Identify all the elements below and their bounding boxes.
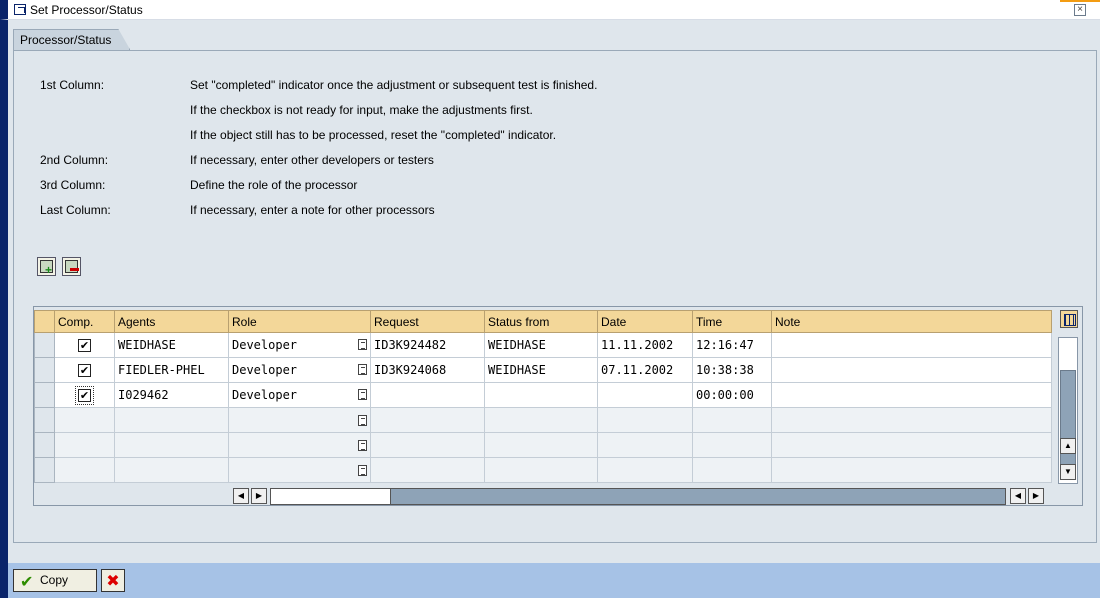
copy-button[interactable]: ✔ Copy: [13, 569, 97, 592]
cancel-button[interactable]: ✖: [101, 569, 125, 592]
column-header[interactable]: Time: [692, 310, 772, 333]
time-cell: 10:38:38: [692, 357, 772, 383]
request-cell: ID3K924068: [370, 357, 485, 383]
row-selector[interactable]: [34, 382, 55, 408]
column-header[interactable]: Note: [771, 310, 1052, 333]
delete-row-icon[interactable]: [62, 257, 81, 276]
checkmark-icon: ✔: [20, 572, 34, 591]
agent-cell[interactable]: FIEDLER-PHEL: [114, 357, 229, 383]
scroll-left-icon[interactable]: ◀: [233, 488, 249, 504]
vertical-scrollbar[interactable]: ▲ ▼: [1058, 337, 1078, 484]
date-cell: 11.11.2002: [597, 332, 693, 358]
date-cell: 07.11.2002: [597, 357, 693, 383]
info-text: Define the role of the processor: [190, 178, 358, 192]
dialog-body: Processor/Status 1st Column: Set "comple…: [0, 20, 1100, 563]
window-title: Set Processor/Status: [30, 3, 143, 17]
role-cell[interactable]: Developer: [228, 382, 371, 408]
note-cell[interactable]: [771, 357, 1052, 383]
request-cell: [370, 382, 485, 408]
agent-cell[interactable]: I029462: [114, 382, 229, 408]
info-text: If necessary, enter a note for other pro…: [190, 203, 435, 217]
table-settings-icon[interactable]: [1060, 310, 1078, 328]
time-cell: 00:00:00: [692, 382, 772, 408]
horizontal-scrollbar[interactable]: [270, 488, 1006, 505]
group-tab: Processor/Status: [13, 29, 130, 50]
info-label: 3rd Column:: [40, 178, 106, 192]
completed-checkbox[interactable]: ✔: [78, 364, 91, 377]
table-row: ✔ I029462 Developer 00:00:00: [34, 382, 1052, 408]
scroll-right-icon[interactable]: ▶: [1028, 488, 1044, 504]
processor-grid: Comp. Agents Role Request Status from Da…: [34, 310, 1052, 483]
info-label: 2nd Column:: [40, 153, 109, 167]
role-cell[interactable]: Developer: [228, 357, 371, 383]
table-row: ✔ WEIDHASE Developer ID3K924482 WEIDHASE…: [34, 332, 1052, 358]
column-header[interactable]: Status from: [484, 310, 598, 333]
insert-row-icon[interactable]: +: [37, 257, 56, 276]
info-label: 1st Column:: [40, 78, 105, 92]
row-selector[interactable]: [34, 332, 55, 358]
info-label: Last Column:: [40, 203, 111, 217]
scroll-left-icon[interactable]: ◀: [1010, 488, 1026, 504]
info-text: Set "completed" indicator once the adjus…: [190, 78, 598, 92]
status-from-cell: WEIDHASE: [484, 357, 598, 383]
value-help-icon[interactable]: [358, 339, 367, 350]
window-icon: [14, 4, 26, 15]
status-from-cell: WEIDHASE: [484, 332, 598, 358]
row-selector[interactable]: [34, 457, 55, 483]
column-header[interactable]: Agents: [114, 310, 229, 333]
info-text: If necessary, enter other developers or …: [190, 153, 434, 167]
row-selector[interactable]: [34, 357, 55, 383]
status-from-cell: [484, 382, 598, 408]
date-cell: [597, 382, 693, 408]
title-bar: Set Processor/Status ×: [0, 0, 1100, 20]
scroll-up-icon[interactable]: ▲: [1060, 438, 1076, 454]
button-bar: ✔ Copy ✖: [0, 563, 1100, 598]
note-cell[interactable]: [771, 332, 1052, 358]
scroll-right-icon[interactable]: ▶: [251, 488, 267, 504]
agent-cell[interactable]: WEIDHASE: [114, 332, 229, 358]
info-text: If the checkbox is not ready for input, …: [190, 103, 533, 117]
info-text: If the object still has to be processed,…: [190, 128, 557, 142]
scroll-down-icon[interactable]: ▼: [1060, 464, 1076, 480]
completed-checkbox[interactable]: ✔: [78, 339, 91, 352]
column-header[interactable]: Comp.: [54, 310, 115, 333]
column-header[interactable]: Date: [597, 310, 693, 333]
table-row: [34, 457, 1052, 483]
value-help-icon[interactable]: [358, 389, 367, 400]
value-help-icon[interactable]: [358, 465, 367, 476]
value-help-icon[interactable]: [358, 415, 367, 426]
copy-label: Copy: [40, 573, 69, 587]
row-selector[interactable]: [34, 407, 55, 433]
value-help-icon[interactable]: [358, 440, 367, 451]
table-row: [34, 407, 1052, 433]
cancel-x-icon: ✖: [106, 571, 120, 590]
completed-checkbox[interactable]: ✔: [75, 386, 94, 405]
role-cell[interactable]: Developer: [228, 332, 371, 358]
request-cell: ID3K924482: [370, 332, 485, 358]
table-row: [34, 432, 1052, 458]
processor-status-group: 1st Column: Set "completed" indicator on…: [13, 50, 1097, 543]
column-header[interactable]: Role: [228, 310, 371, 333]
row-selector[interactable]: [34, 432, 55, 458]
scroll-thumb[interactable]: [271, 489, 391, 504]
table-row: ✔ FIEDLER-PHEL Developer ID3K924068 WEID…: [34, 357, 1052, 383]
column-header[interactable]: Request: [370, 310, 485, 333]
processor-table: Comp. Agents Role Request Status from Da…: [33, 306, 1083, 506]
table-header: Comp. Agents Role Request Status from Da…: [34, 310, 1052, 333]
row-selector-header[interactable]: [34, 310, 55, 333]
time-cell: 12:16:47: [692, 332, 772, 358]
value-help-icon[interactable]: [358, 364, 367, 375]
note-cell[interactable]: [771, 382, 1052, 408]
